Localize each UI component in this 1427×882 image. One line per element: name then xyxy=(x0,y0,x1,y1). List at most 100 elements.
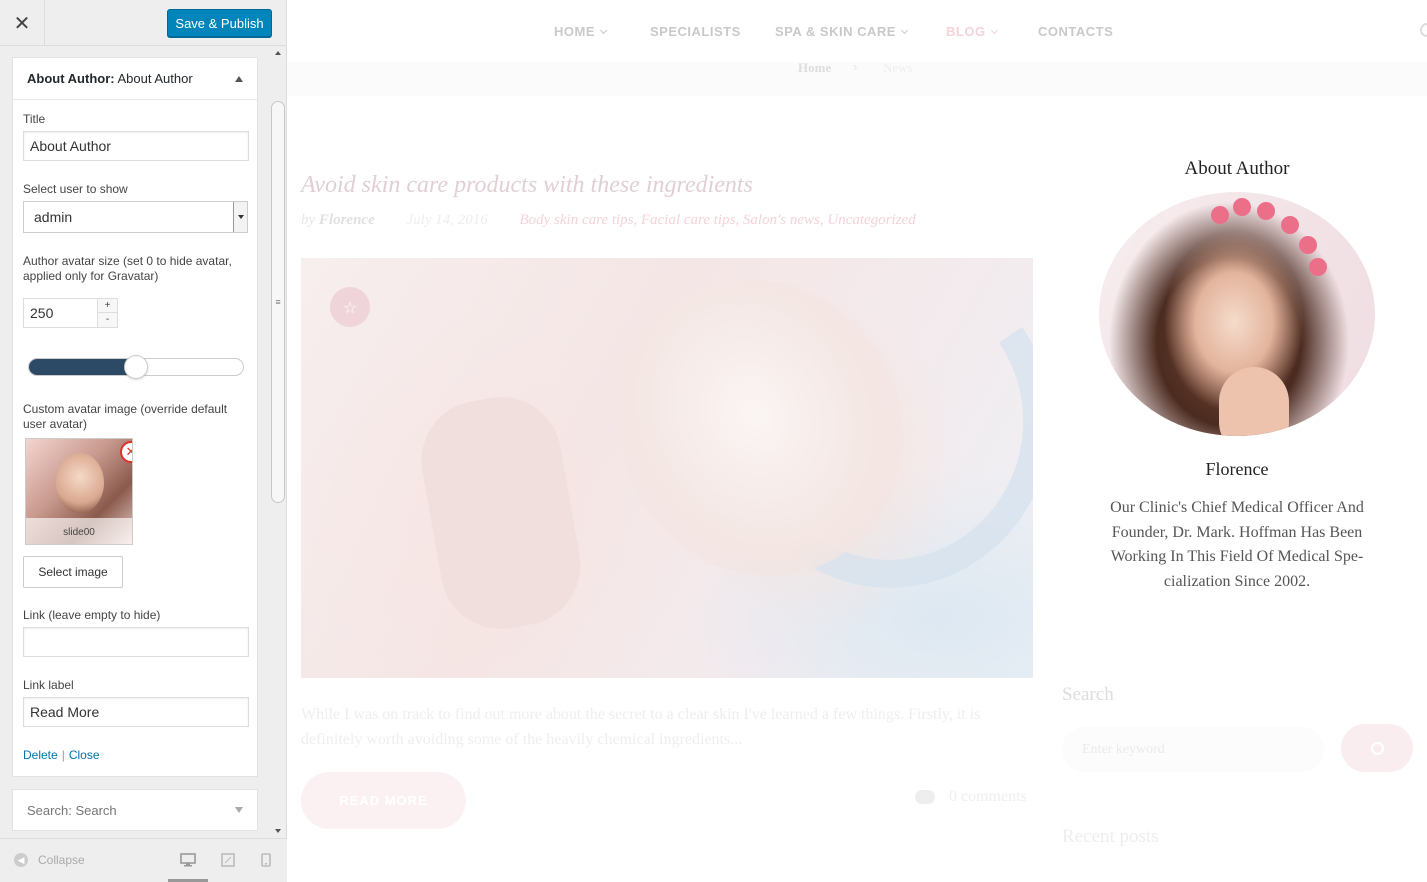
post-excerpt: While I was on track to find out more ab… xyxy=(301,706,981,748)
close-icon[interactable]: ✕ xyxy=(0,0,45,46)
star-icon: ☆ xyxy=(330,287,370,327)
flower-decoration xyxy=(1211,206,1229,224)
nav-item-home[interactable]: HOME xyxy=(554,24,608,39)
post-categories[interactable]: Body skin care tips, Facial care tips, S… xyxy=(519,212,915,228)
collapse-label: Collapse xyxy=(38,853,85,867)
chevron-down-icon xyxy=(599,26,608,34)
about-author-title: About Author xyxy=(1184,158,1290,179)
nav-label: BLOG xyxy=(946,24,986,39)
about-author-name: Florence xyxy=(1205,459,1269,479)
breadcrumb-home[interactable]: Home xyxy=(798,60,831,76)
avatar-face xyxy=(56,453,104,513)
nav-item-specialists[interactable]: SPECIALISTS xyxy=(650,24,741,39)
search-icon[interactable] xyxy=(1420,23,1427,37)
flower-decoration xyxy=(1309,258,1327,276)
slider-fill xyxy=(29,359,137,375)
sidebar-search-title: Search xyxy=(1062,684,1114,705)
collapse-arrow-icon[interactable] xyxy=(235,75,243,82)
decrement-icon[interactable]: - xyxy=(98,313,117,327)
image-hand xyxy=(412,387,590,639)
nav-label: SPECIALISTS xyxy=(650,24,741,39)
dropdown-arrow-icon[interactable] xyxy=(233,202,247,232)
about-author-bio: Our Clinic's Chief Medical Officer And F… xyxy=(1110,499,1364,590)
post-by: by xyxy=(301,212,316,228)
customizer-scroll-area: About Author: About Author Title About A… xyxy=(0,47,287,837)
link-label-label: Link label xyxy=(23,678,74,692)
breadcrumb-current: News xyxy=(883,60,913,75)
customizer-scrollbar[interactable]: ≡ xyxy=(271,47,287,837)
user-select-value: admin xyxy=(34,209,73,225)
search-widget-name: Search xyxy=(75,802,117,818)
breadcrumb-separator: › xyxy=(853,59,858,74)
slider-handle[interactable] xyxy=(124,355,148,379)
link-label-input[interactable]: Read More xyxy=(23,697,249,727)
read-more-button[interactable]: READ MORE xyxy=(301,772,466,829)
scroll-down-icon[interactable] xyxy=(275,829,281,833)
remove-icon[interactable]: ✕ xyxy=(120,441,132,463)
search-widget-header[interactable]: Search: Search xyxy=(12,789,258,831)
post-meta: by Florence July 14, 2016 Body skin care… xyxy=(301,212,916,229)
recent-posts-title: Recent posts xyxy=(1062,826,1159,847)
site-preview: HOME SPECIALISTS SPA & SKIN CARE BLOG CO… xyxy=(287,0,1427,882)
post-author[interactable]: Florence xyxy=(319,212,375,228)
scrollbar-thumb[interactable]: ≡ xyxy=(271,101,285,503)
avatar-size-stepper[interactable]: + - xyxy=(97,299,117,327)
title-input[interactable]: About Author xyxy=(23,131,249,161)
customizer-footer: ◀ Collapse xyxy=(0,838,287,882)
save-publish-button[interactable]: Save & Publish xyxy=(167,9,272,37)
collapse-arrow-icon: ◀ xyxy=(14,853,28,867)
title-label: Title xyxy=(23,112,46,126)
sidebar-search-input[interactable]: Enter keyword xyxy=(1062,727,1324,772)
avatar-filename: slide00 xyxy=(26,518,132,544)
increment-icon[interactable]: + xyxy=(98,299,117,313)
customizer-panel: ✕ Save & Publish About Author: About Aut… xyxy=(0,0,287,882)
main-navigation: HOME SPECIALISTS SPA & SKIN CARE BLOG CO… xyxy=(287,0,1427,62)
about-author-avatar xyxy=(1099,192,1375,436)
search-icon xyxy=(1370,741,1384,755)
scroll-up-icon[interactable] xyxy=(275,51,281,55)
search-widget-type: Search: xyxy=(27,802,72,818)
nav-label: SPA & SKIN CARE xyxy=(775,24,896,39)
widget-title: About Author: About Author xyxy=(27,71,193,86)
user-select[interactable]: admin xyxy=(23,201,248,233)
customizer-header: ✕ Save & Publish xyxy=(0,0,286,46)
search-widget-title: Search: Search xyxy=(27,803,117,818)
avatar-neck xyxy=(1219,367,1289,436)
select-image-button[interactable]: Select image xyxy=(23,556,123,588)
mobile-icon[interactable] xyxy=(261,853,271,867)
action-separator: | xyxy=(61,748,65,762)
comments-count: 0 comments xyxy=(949,788,1027,805)
post-title[interactable]: Avoid skin care products with these ingr… xyxy=(301,172,753,199)
delete-link[interactable]: Delete xyxy=(23,748,58,762)
link-input[interactable] xyxy=(23,627,249,657)
nav-item-spa-skin-care[interactable]: SPA & SKIN CARE xyxy=(775,24,908,39)
nav-item-blog[interactable]: BLOG xyxy=(946,24,998,39)
user-select-label: Select user to show xyxy=(23,182,128,196)
widget-actions: Delete | Close xyxy=(23,748,100,762)
avatar-size-input[interactable]: 250 + - xyxy=(23,298,118,328)
widget-type-label: About Author: xyxy=(27,71,115,86)
custom-avatar-label: Custom avatar image (override default us… xyxy=(23,402,228,431)
comment-icon xyxy=(915,790,935,804)
sidebar-search-button[interactable] xyxy=(1341,724,1413,772)
close-link[interactable]: Close xyxy=(69,748,100,762)
avatar-size-value: 250 xyxy=(30,305,54,321)
post-comments[interactable]: 0 comments xyxy=(915,788,1027,806)
nav-item-contacts[interactable]: CONTACTS xyxy=(1038,24,1113,39)
about-author-widget: About Author: About Author Title About A… xyxy=(12,57,258,777)
link-label: Link (leave empty to hide) xyxy=(23,608,161,622)
collapse-button[interactable]: ◀ Collapse xyxy=(14,853,85,867)
flower-decoration xyxy=(1299,236,1317,254)
flower-decoration xyxy=(1233,198,1251,216)
avatar-size-label: Author avatar size (set 0 to hide avatar… xyxy=(23,254,232,283)
desktop-icon[interactable] xyxy=(180,853,196,867)
nav-label: CONTACTS xyxy=(1038,24,1114,39)
expand-arrow-icon[interactable] xyxy=(235,807,243,813)
post-featured-image[interactable]: ☆ xyxy=(301,258,1033,678)
flower-decoration xyxy=(1257,202,1275,220)
widget-header[interactable]: About Author: About Author xyxy=(13,58,257,100)
widget-name-label: About Author xyxy=(117,71,193,86)
post-date[interactable]: July 14, 2016 xyxy=(407,212,488,228)
chevron-down-icon xyxy=(900,26,908,34)
tablet-icon[interactable] xyxy=(221,853,235,867)
